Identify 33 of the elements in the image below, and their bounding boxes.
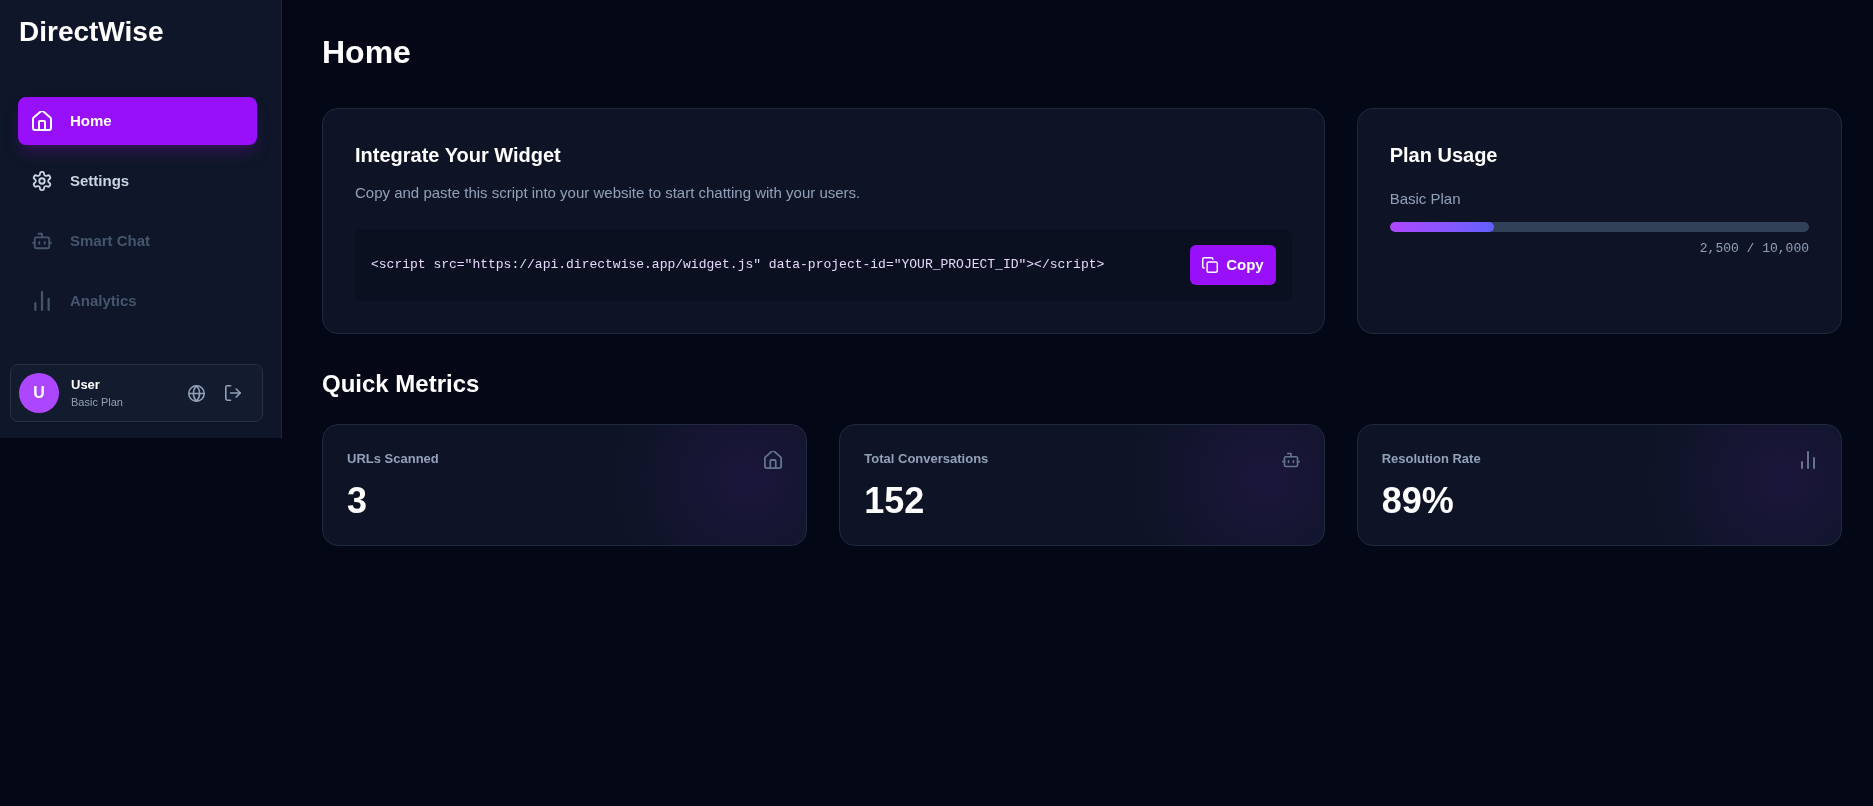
logout-icon [225,385,241,401]
user-plan: Basic Plan [71,395,123,410]
house-icon [764,451,783,469]
plan-name: Basic Plan [1389,189,1462,209]
metric-label: URLs Scanned [347,450,439,468]
copy-button[interactable]: Copy [1190,245,1276,285]
metric-value: 3 [347,481,369,521]
page-title: Home [322,33,412,72]
metric-label: Total Conversations [864,450,989,468]
bar-chart-icon [32,291,52,311]
code-snippet: <script src="https://api.directwise.app/widget.js" data-project-id="YOUR_PROJECT_ID"></script> [371,256,1105,275]
user-avatar: U [19,373,59,413]
nav-item[interactable]: Settings [18,157,257,205]
globe-button[interactable] [187,383,206,403]
section-title: Quick Metrics [322,369,481,399]
user-name: User [71,376,101,393]
card-title: Plan Usage [1389,143,1499,168]
logout-button[interactable] [224,384,242,402]
card-description: Copy and paste this script into your website to start chatting with your users. [355,183,862,203]
copy-icon [1202,257,1219,273]
metric-value: 89% [1381,481,1455,521]
card-title: Integrate Your Widget [355,143,562,168]
globe-icon [188,384,205,402]
metric-value: 152 [864,481,926,521]
gear-icon [32,171,52,191]
usage-reading: 2,500 / 10,000 [1699,240,1809,258]
metric-label: Resolution Rate [1381,450,1481,468]
robot-icon [32,231,52,251]
bar-chart-icon [1799,451,1817,469]
app-logo: DirectWise [18,15,165,49]
nav-item[interactable]: Home [18,97,257,145]
house-icon [32,111,52,131]
robot-icon [1281,451,1300,469]
